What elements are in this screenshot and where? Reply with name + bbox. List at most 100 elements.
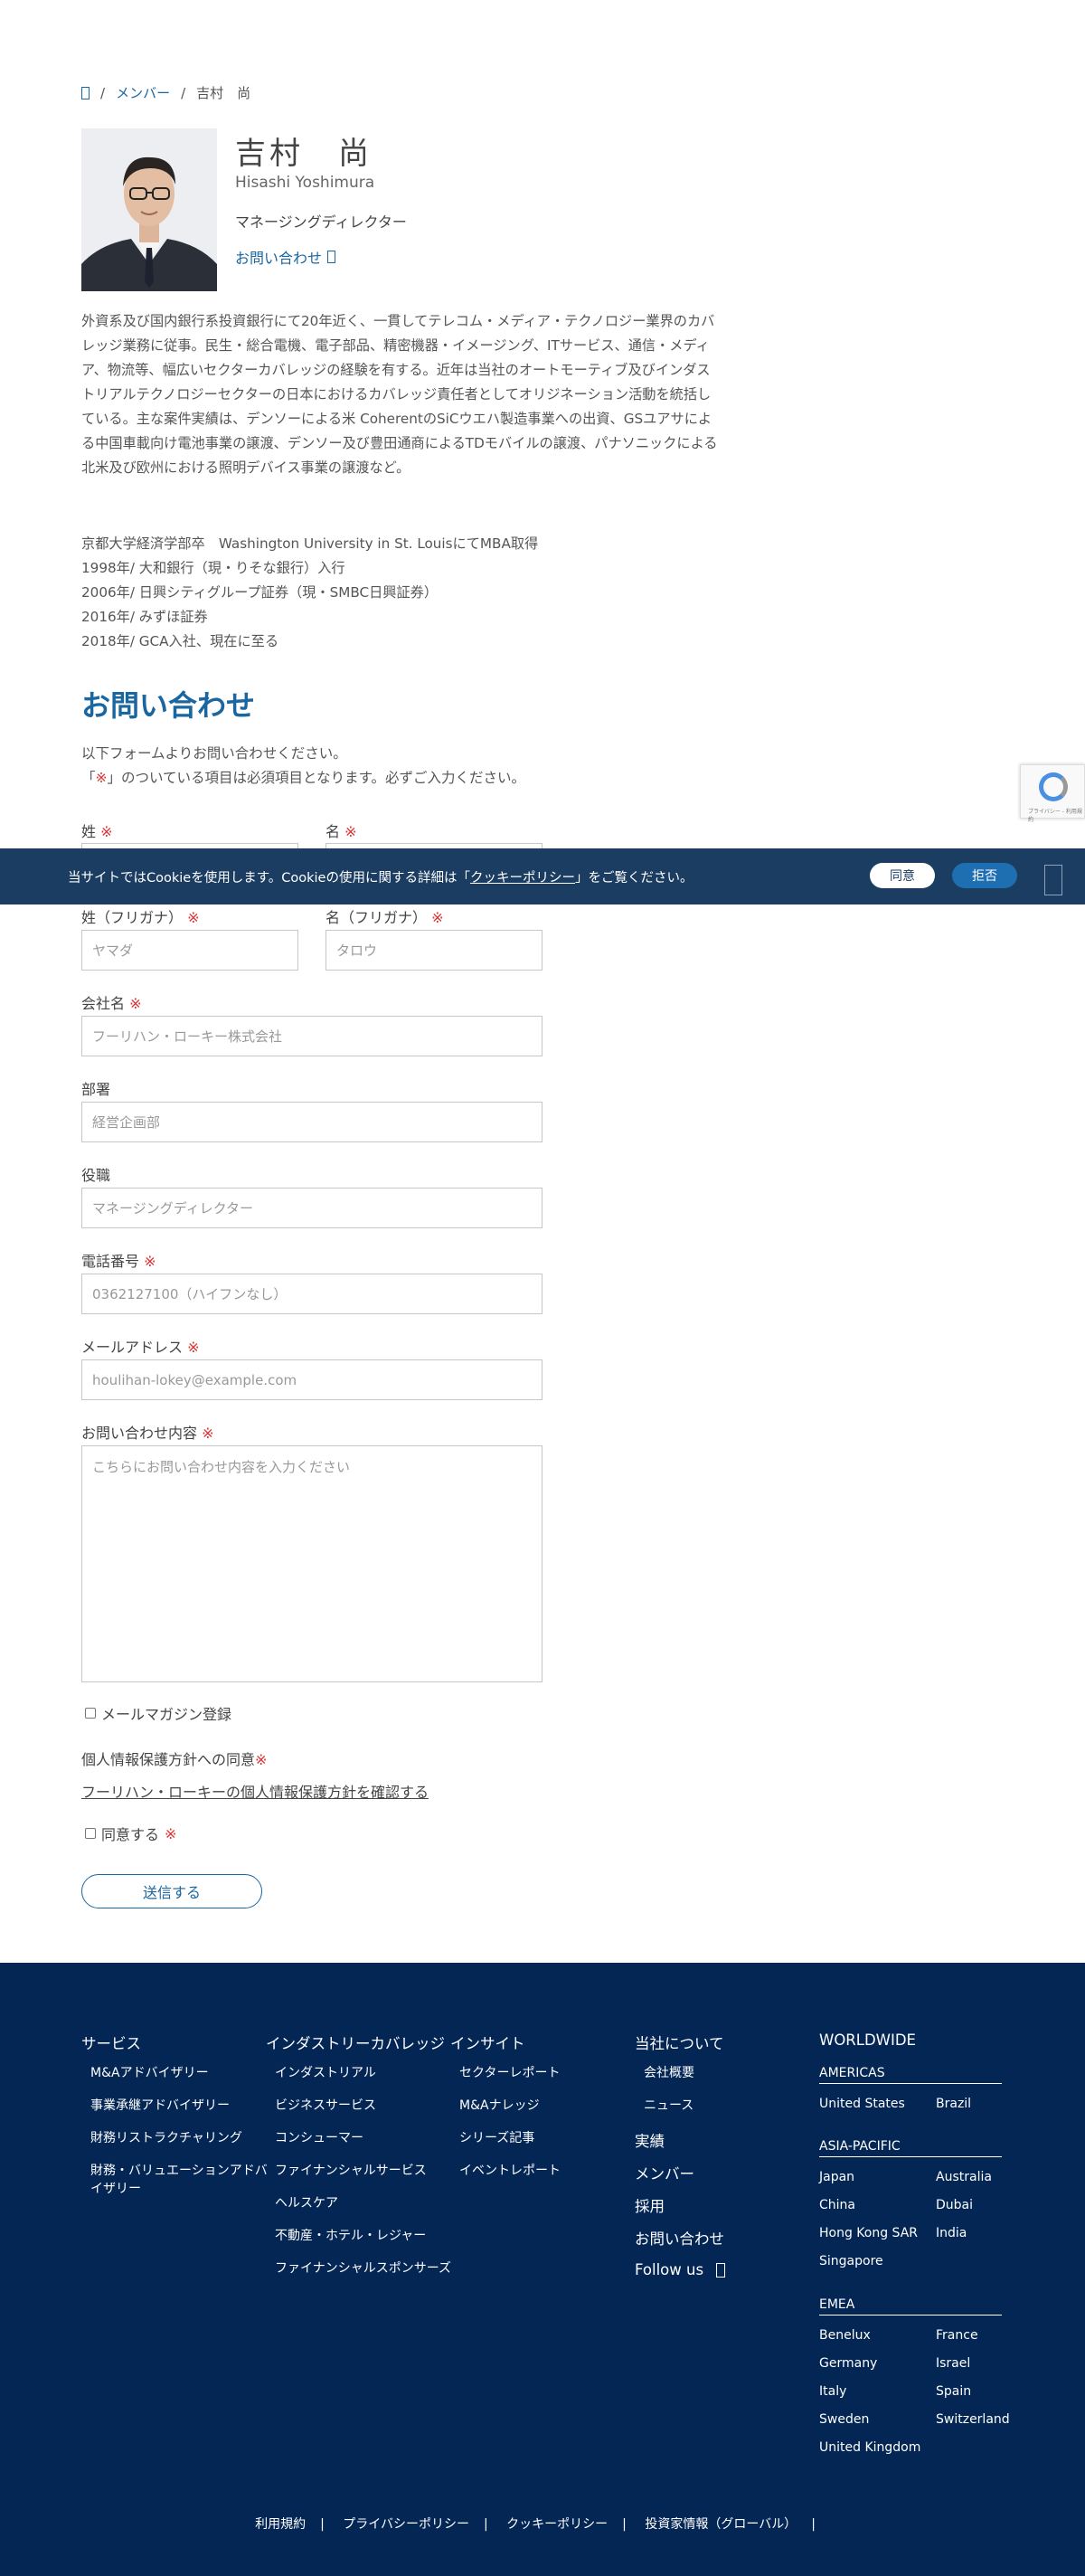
footer-link[interactable]: イベントレポート — [459, 2162, 561, 2180]
form-intro: 以下フォームよりお問い合わせください。 「※」のついている項目は必須項目となりま… — [81, 742, 525, 791]
terms-link[interactable]: 利用規約 — [255, 2517, 306, 2532]
career-item: 2018年/ GCA入社、現在に至る — [81, 633, 279, 649]
cookie-policy-link[interactable]: クッキーポリシー — [470, 871, 575, 886]
country-link[interactable]: Benelux — [819, 2328, 871, 2343]
profile-title: マネージングディレクター — [235, 213, 407, 231]
footer-link[interactable]: 会社概要 — [644, 2064, 694, 2082]
close-icon[interactable] — [1044, 865, 1062, 895]
footer-worldwide-heading: WORLDWIDE — [819, 2031, 916, 2049]
privacy-policy-link[interactable]: フーリハン・ローキーの個人情報保護方針を確認する — [81, 1780, 429, 1802]
last-kana-input[interactable]: ヤマダ — [81, 930, 298, 971]
footer-link[interactable]: セクターレポート — [459, 2064, 560, 2082]
recaptcha-text: プライバシー - 利用規約 — [1028, 809, 1082, 823]
inquiry-textarea[interactable]: こちらにお問い合わせ内容を入力ください — [81, 1445, 542, 1682]
cookie-agree-button[interactable]: 同意 — [870, 863, 935, 888]
country-link[interactable]: Spain — [936, 2384, 971, 2399]
country-link[interactable]: Brazil — [936, 2097, 971, 2111]
career-item: 京都大学経済学部卒 Washington University in St. L… — [81, 535, 539, 552]
phone-label: 電話番号 ※ — [81, 1253, 156, 1270]
career-item: 1998年/ 大和銀行（現・りそな銀行）入行 — [81, 560, 345, 576]
footer-link[interactable]: 事業承継アドバイザリー — [90, 2097, 271, 2115]
footer-link[interactable]: 実績 — [635, 2129, 665, 2151]
company-label: 会社名 ※ — [81, 995, 142, 1012]
follow-us[interactable]: Follow us — [635, 2261, 726, 2278]
footer-link[interactable]: インダストリアル — [275, 2064, 456, 2082]
footer-link[interactable]: 財務・バリュエーションアドバイザリー — [90, 2162, 271, 2198]
breadcrumb-members-link[interactable]: メンバー — [116, 83, 170, 102]
footer-link[interactable]: ビジネスサービス — [275, 2097, 456, 2115]
country-link[interactable]: Dubai — [936, 2198, 973, 2212]
footer-link[interactable]: ファイナンシャルスポンサーズ — [275, 2259, 456, 2278]
submit-button[interactable]: 送信する — [81, 1874, 262, 1908]
footer-link[interactable]: ヘルスケア — [275, 2194, 456, 2212]
breadcrumb-current: 吉村 尚 — [196, 85, 251, 101]
footer-link[interactable]: シリーズ記事 — [459, 2129, 534, 2147]
career-item: 2016年/ みずほ証券 — [81, 609, 208, 625]
first-name-label: 名 ※ — [326, 823, 357, 840]
breadcrumb: / メンバー / 吉村 尚 — [81, 83, 250, 102]
footer-link[interactable]: メンバー — [635, 2162, 694, 2183]
agree-checkbox[interactable] — [85, 1828, 96, 1839]
position-input[interactable]: マネージングディレクター — [81, 1188, 542, 1228]
first-kana-input[interactable]: タロウ — [326, 930, 542, 971]
footer-link[interactable]: 採用 — [635, 2194, 665, 2216]
country-link[interactable]: China — [819, 2198, 855, 2212]
privacy-link[interactable]: プライバシーポリシー — [343, 2517, 469, 2532]
email-input[interactable]: houlihan-lokey@example.com — [81, 1359, 542, 1400]
footer-link[interactable]: コンシューマー — [275, 2129, 456, 2147]
form-intro-line: 「※」のついている項目は必須項目となります。必ずご入力ください。 — [81, 770, 526, 786]
region-americas: AMERICAS — [819, 2066, 1002, 2084]
email-label: メールアドレス ※ — [81, 1339, 200, 1356]
inquiry-label: お問い合わせ内容 ※ — [81, 1425, 214, 1442]
footer-link[interactable]: お問い合わせ — [635, 2227, 724, 2249]
country-link[interactable]: France — [936, 2328, 978, 2343]
company-input[interactable]: フーリハン・ローキー株式会社 — [81, 1016, 542, 1056]
footer-link[interactable]: ファイナンシャルサービス — [275, 2162, 456, 2180]
country-link[interactable]: Sweden — [819, 2412, 869, 2427]
footer-services-heading[interactable]: サービス — [81, 2031, 141, 2053]
profile-photo — [81, 128, 217, 291]
country-link[interactable]: United States — [819, 2097, 905, 2111]
country-link[interactable]: India — [936, 2226, 967, 2240]
profile-career: 京都大学経済学部卒 Washington University in St. L… — [81, 532, 538, 654]
country-link[interactable]: Singapore — [819, 2254, 883, 2268]
country-link[interactable]: Switzerland — [936, 2412, 1010, 2427]
investor-link[interactable]: 投資家情報（グローバル） — [645, 2517, 797, 2532]
newsletter-checkbox[interactable] — [85, 1708, 96, 1719]
phone-input[interactable]: 0362127100（ハイフンなし） — [81, 1274, 542, 1314]
first-kana-label: 名（フリガナ） ※ — [326, 909, 444, 926]
newsletter-label: メールマガジン登録 — [101, 1706, 232, 1723]
newsletter-checkbox-row: メールマガジン登録 — [85, 1702, 231, 1724]
last-kana-label: 姓（フリガナ） ※ — [81, 909, 200, 926]
cookie-text: 当サイトではCookieを使用します。Cookieの使用に関する詳細は「クッキー… — [68, 871, 693, 886]
cookie-link[interactable]: クッキーポリシー — [506, 2517, 608, 2532]
footer-industry-heading[interactable]: インダストリーカバレッジ — [266, 2031, 445, 2053]
footer-link[interactable]: M&Aナレッジ — [459, 2097, 540, 2115]
recaptcha-badge[interactable]: プライバシー - 利用規約 — [1020, 764, 1085, 823]
cookie-reject-button[interactable]: 拒否 — [952, 863, 1017, 888]
footer-bottom-links: 利用規約 | プライバシーポリシー | クッキーポリシー | 投資家情報（グローバル）… — [255, 2517, 816, 2532]
country-link[interactable]: Hong Kong SAR — [819, 2226, 918, 2240]
agree-checkbox-row: 同意する ※ — [85, 1823, 176, 1844]
footer-link[interactable]: M&Aアドバイザリー — [90, 2064, 271, 2082]
country-link[interactable]: Italy — [819, 2384, 846, 2399]
footer-link[interactable]: ニュース — [644, 2097, 693, 2115]
cookie-banner: 当サイトではCookieを使用します。Cookieの使用に関する詳細は「クッキー… — [0, 848, 1085, 904]
dept-input[interactable]: 経営企画部 — [81, 1102, 542, 1142]
profile-bio: 外資系及び国内銀行系投資銀行にて20年近く、一貫してテレコム・メディア・テクノロ… — [81, 313, 718, 476]
region-emea: EMEA — [819, 2297, 1002, 2316]
home-icon[interactable] — [81, 86, 90, 99]
country-link[interactable]: Germany — [819, 2356, 877, 2371]
footer-link[interactable]: 財務リストラクチャリング — [90, 2129, 271, 2147]
linkedin-icon[interactable] — [716, 2262, 726, 2278]
country-link[interactable]: United Kingdom — [819, 2440, 920, 2455]
country-link[interactable]: Israel — [936, 2356, 970, 2371]
profile-name-en: Hisashi Yoshimura — [235, 174, 375, 192]
footer-about-heading[interactable]: 当社について — [635, 2031, 724, 2053]
footer-link[interactable]: 不動産・ホテル・レジャー — [275, 2227, 456, 2245]
profile-contact-link[interactable]: お問い合わせ — [235, 246, 336, 268]
footer-insight-heading[interactable]: インサイト — [450, 2031, 525, 2053]
country-link[interactable]: Japan — [819, 2170, 854, 2184]
career-item: 2006年/ 日興シティグループ証券（現・SMBC日興証券） — [81, 584, 439, 601]
country-link[interactable]: Australia — [936, 2170, 992, 2184]
